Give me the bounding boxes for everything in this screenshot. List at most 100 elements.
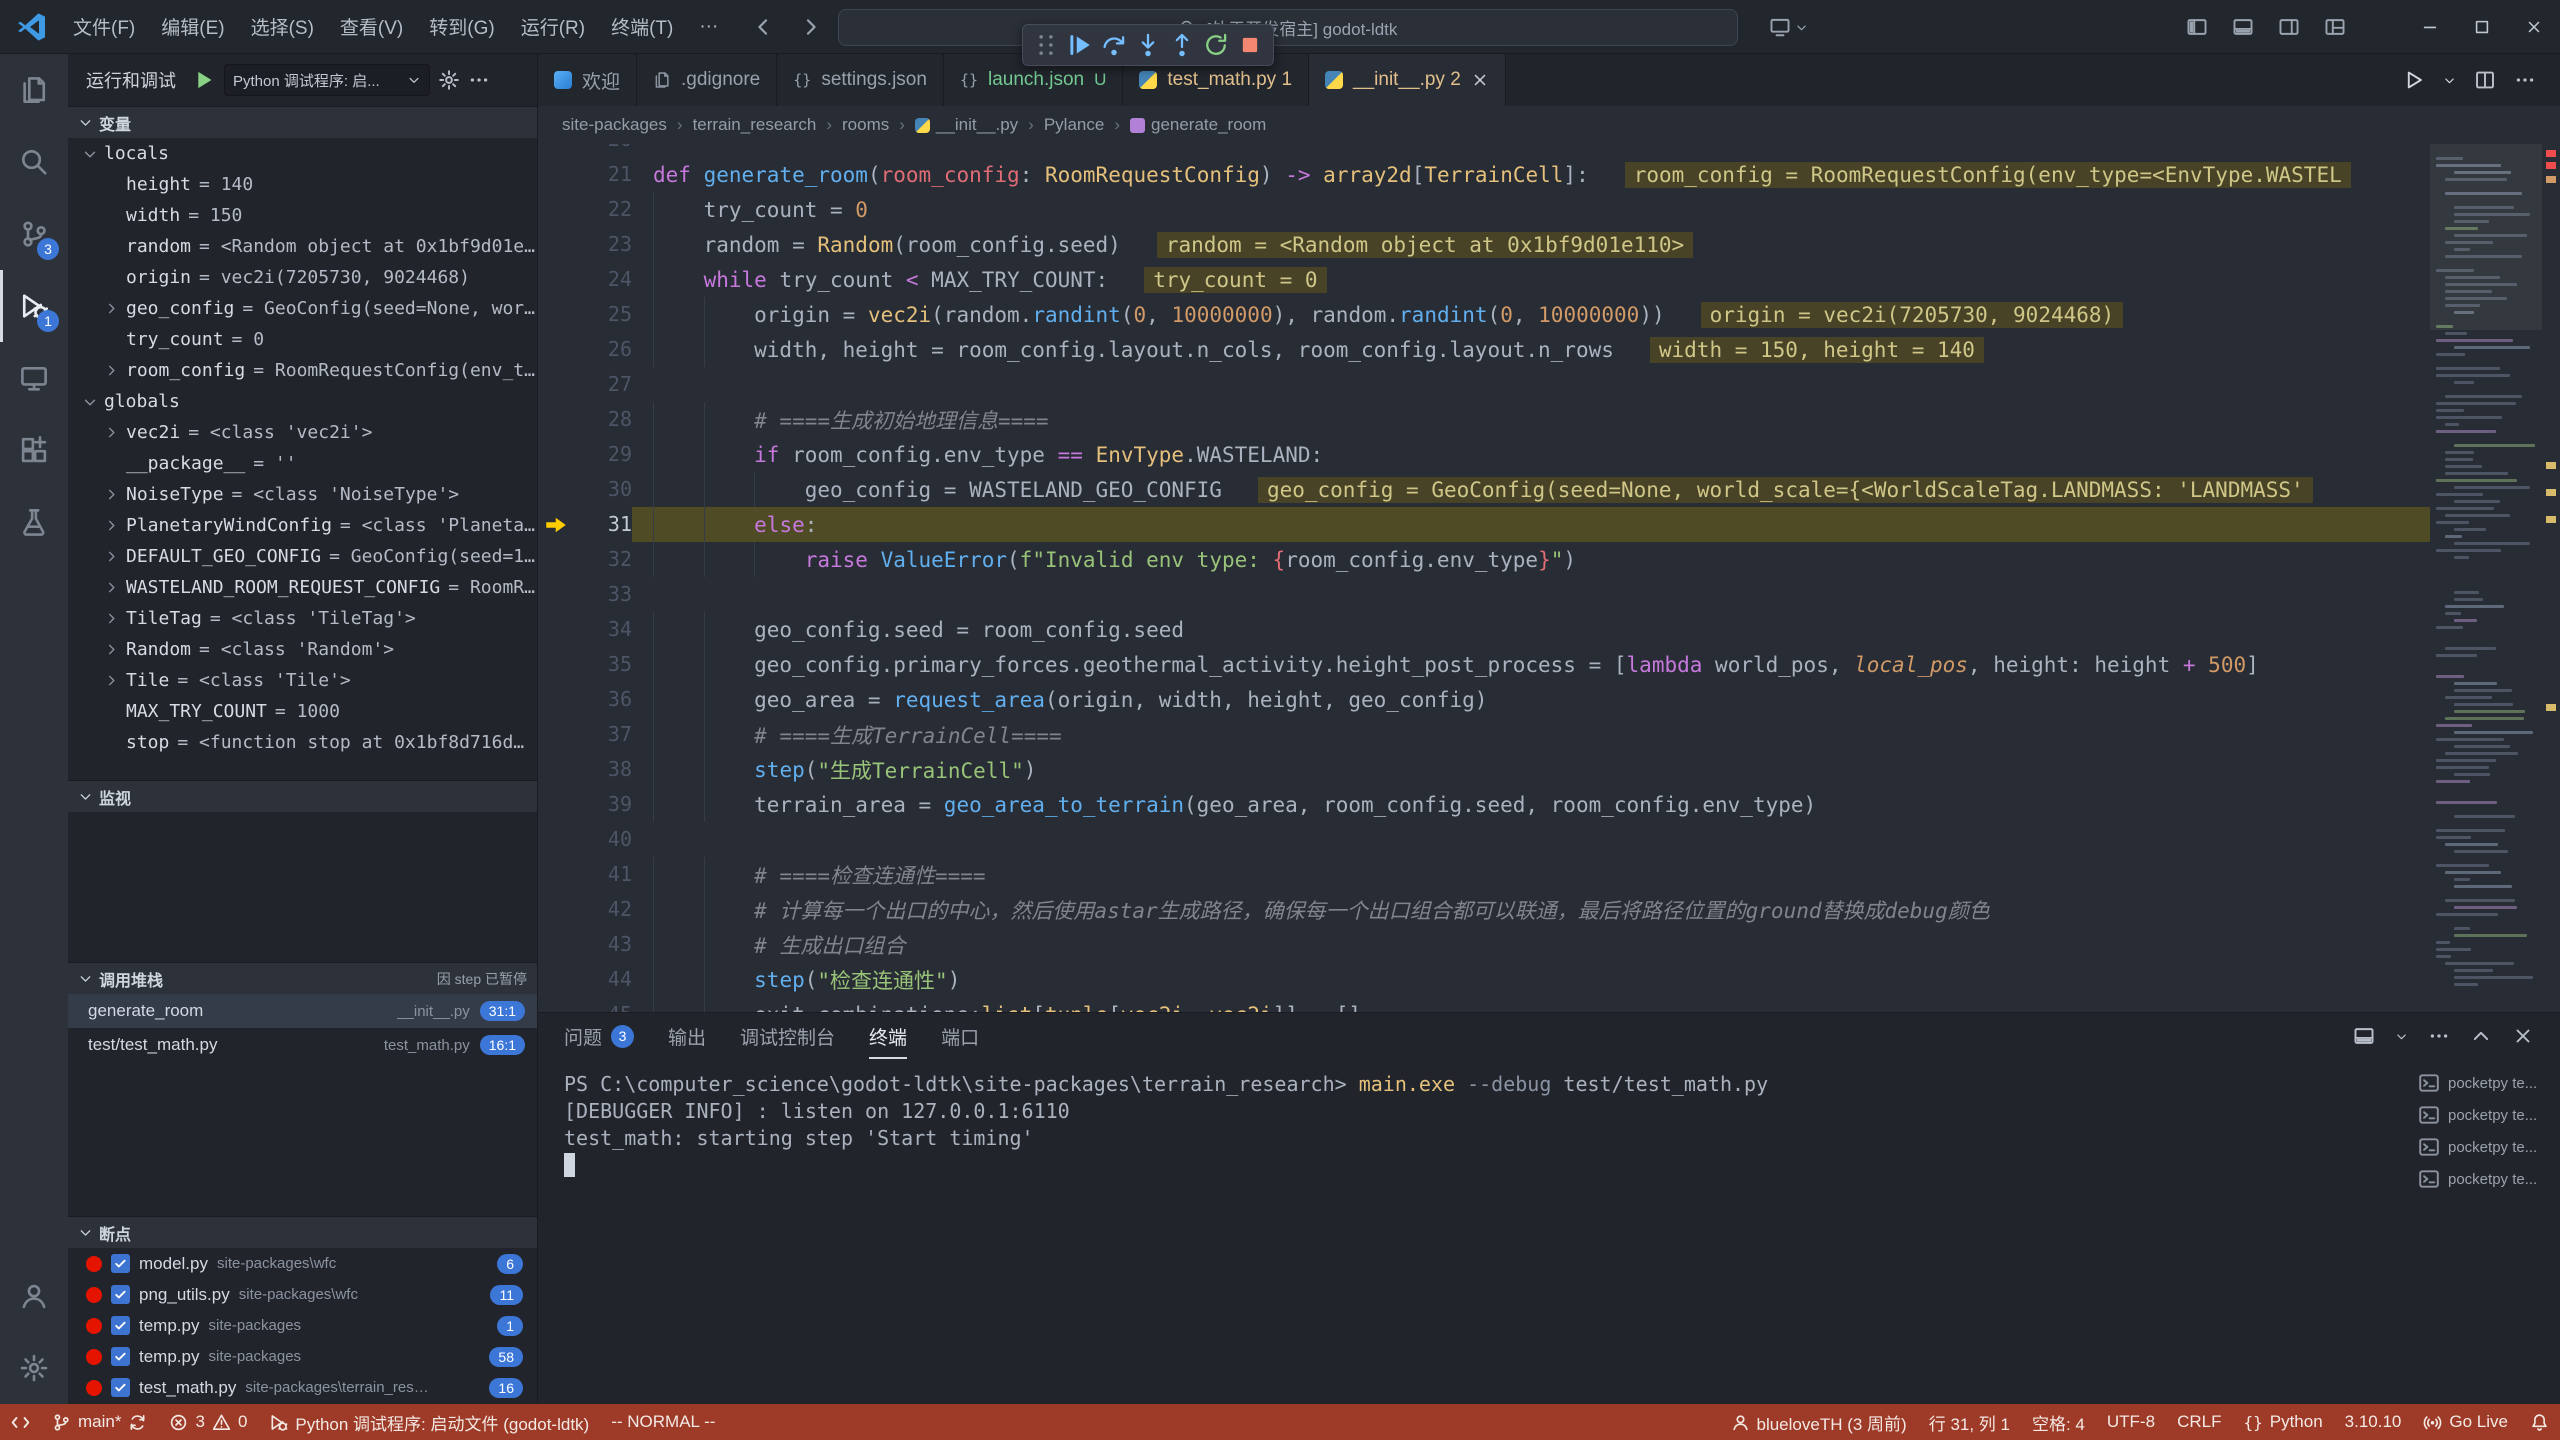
indentation[interactable]: 空格: 4: [2021, 1404, 2096, 1440]
code-line-21[interactable]: 21def generate_room(room_config: RoomReq…: [538, 157, 2560, 192]
go-back-icon[interactable]: [752, 16, 774, 38]
code-line-23[interactable]: 23 random = Random(room_config.seed)rand…: [538, 227, 2560, 262]
code-line-42[interactable]: 42 # 计算每一个出口的中心，然后使用astar生成路径，确保每一个出口组合都…: [538, 892, 2560, 927]
go-live[interactable]: Go Live: [2412, 1404, 2519, 1440]
debug-step-out-button[interactable]: [1169, 32, 1195, 58]
menu-item-0[interactable]: 文件(F): [60, 13, 148, 40]
cursor-position[interactable]: 行 31, 列 1: [1918, 1404, 2021, 1440]
menu-item-4[interactable]: 转到(G): [416, 13, 507, 40]
panel-tab-终端[interactable]: 终端: [869, 1013, 907, 1059]
glyph-margin[interactable]: [538, 472, 574, 507]
variable-group-globals[interactable]: globals: [68, 386, 537, 417]
vim-mode[interactable]: -- NORMAL --: [600, 1404, 726, 1440]
terminal-instance-3[interactable]: pocketpy te...: [2418, 1163, 2552, 1195]
debug-step-over-button[interactable]: [1101, 32, 1127, 58]
glyph-margin[interactable]: [538, 157, 574, 192]
panel-layout-chevron-icon[interactable]: [2395, 1030, 2408, 1043]
activity-remote-explorer[interactable]: [0, 342, 68, 414]
variable-group-locals[interactable]: locals: [68, 138, 537, 169]
variable-row[interactable]: WASTELAND_ROOM_REQUEST_CONFIG= RoomR…: [68, 572, 537, 603]
start-debugging-button[interactable]: [192, 68, 216, 92]
editor-tab-1[interactable]: .gdignore: [637, 54, 777, 106]
run-python-file-icon[interactable]: [2403, 69, 2425, 91]
breadcrumb-item-5[interactable]: generate_room: [1130, 115, 1266, 135]
activity-explorer[interactable]: [0, 54, 68, 126]
variable-row[interactable]: NoiseType= <class 'NoiseType'>: [68, 479, 537, 510]
glyph-margin[interactable]: [538, 927, 574, 962]
glyph-margin[interactable]: [538, 962, 574, 997]
breakpoint-row[interactable]: test_math.pysite-packages\terrain_res…16: [68, 1372, 537, 1403]
debug-configuration-dropdown[interactable]: Python 调试程序: 启...: [224, 64, 430, 96]
variable-row[interactable]: PlanetaryWindConfig= <class 'Planeta…: [68, 510, 537, 541]
glyph-margin[interactable]: [538, 822, 574, 857]
panel-tab-输出[interactable]: 输出: [668, 1013, 706, 1059]
window-maximize-button[interactable]: [2456, 0, 2508, 54]
tab-close-icon[interactable]: [1471, 71, 1489, 89]
code-line-20[interactable]: 20: [538, 144, 2560, 157]
activity-manage[interactable]: [0, 1332, 68, 1404]
glyph-margin[interactable]: [538, 507, 574, 542]
glyph-margin[interactable]: [538, 144, 574, 157]
glyph-margin[interactable]: [538, 997, 574, 1012]
glyph-margin[interactable]: [538, 297, 574, 332]
variable-row[interactable]: __package__= '': [68, 448, 537, 479]
editor-tab-0[interactable]: 欢迎: [538, 54, 637, 106]
variable-row[interactable]: origin= vec2i(7205730, 9024468): [68, 262, 537, 293]
breakpoint-checkbox[interactable]: [111, 1254, 130, 1273]
problems[interactable]: 30: [158, 1404, 258, 1440]
window-minimize-button[interactable]: [2404, 0, 2456, 54]
debug-configuration[interactable]: Python 调试程序: 启动文件 (godot-ldtk): [258, 1404, 600, 1440]
menu-item-2[interactable]: 选择(S): [238, 13, 327, 40]
split-editor-icon[interactable]: [2474, 69, 2496, 91]
run-options-chevron-icon[interactable]: [2443, 74, 2456, 87]
glyph-margin[interactable]: [538, 367, 574, 402]
breadcrumb-item-3[interactable]: __init__.py: [915, 115, 1018, 135]
call-stack-frame[interactable]: test/test_math.pytest_math.py16:1: [68, 1028, 537, 1062]
glyph-margin[interactable]: [538, 402, 574, 437]
code-line-43[interactable]: 43 # 生成出口组合: [538, 927, 2560, 962]
breadcrumb-item-0[interactable]: site-packages: [562, 115, 667, 135]
menu-item-7[interactable]: ···: [686, 16, 731, 38]
eol[interactable]: CRLF: [2166, 1404, 2232, 1440]
remote-indicator[interactable]: [0, 1404, 41, 1440]
code-line-24[interactable]: 24 while try_count < MAX_TRY_COUNT:try_c…: [538, 262, 2560, 297]
toggle-panel-icon[interactable]: [2232, 16, 2254, 38]
breakpoint-checkbox[interactable]: [111, 1347, 130, 1366]
code-line-32[interactable]: 32 raise ValueError(f"Invalid env type: …: [538, 542, 2560, 577]
customize-layout-icon[interactable]: [2324, 16, 2346, 38]
debug-restart-button[interactable]: [1203, 32, 1229, 58]
breakpoint-row[interactable]: png_utils.pysite-packages\wfc11: [68, 1279, 537, 1310]
variable-row[interactable]: Random= <class 'Random'>: [68, 634, 537, 665]
terminal-instance-1[interactable]: pocketpy te...: [2418, 1099, 2552, 1131]
variable-row[interactable]: stop= <function stop at 0x1bf8d716d…: [68, 727, 537, 758]
breakpoint-checkbox[interactable]: [111, 1316, 130, 1335]
language-mode[interactable]: {}Python: [2232, 1404, 2333, 1440]
activity-source-control[interactable]: 3: [0, 198, 68, 270]
glyph-margin[interactable]: [538, 542, 574, 577]
code-line-39[interactable]: 39 terrain_area = geo_area_to_terrain(ge…: [538, 787, 2560, 822]
panel-maximize-icon[interactable]: [2470, 1025, 2492, 1047]
variable-row[interactable]: random= <Random object at 0x1bf9d01e…: [68, 231, 537, 262]
call-stack-frame[interactable]: generate_room__init__.py31:1: [68, 994, 537, 1028]
notifications[interactable]: [2519, 1404, 2560, 1440]
overview-ruler[interactable]: [2542, 144, 2560, 1012]
code-line-25[interactable]: 25 origin = vec2i(random.randint(0, 1000…: [538, 297, 2560, 332]
variable-row[interactable]: width= 150: [68, 200, 537, 231]
menu-item-1[interactable]: 编辑(E): [148, 13, 237, 40]
variable-row[interactable]: TileTag= <class 'TileTag'>: [68, 603, 537, 634]
code-line-28[interactable]: 28 # ====生成初始地理信息====: [538, 402, 2560, 437]
code-line-41[interactable]: 41 # ====检查连通性====: [538, 857, 2560, 892]
glyph-margin[interactable]: [538, 437, 574, 472]
breakpoint-row[interactable]: temp.pysite-packages58: [68, 1341, 537, 1372]
editor-tab-5[interactable]: __init__.py 2: [1309, 54, 1506, 106]
activity-accounts[interactable]: [0, 1260, 68, 1332]
activity-extensions[interactable]: [0, 414, 68, 486]
git-blame[interactable]: blueloveTH (3 周前): [1720, 1404, 1918, 1440]
code-line-44[interactable]: 44 step("检查连通性"): [538, 962, 2560, 997]
variable-row[interactable]: try_count= 0: [68, 324, 537, 355]
encoding[interactable]: UTF-8: [2096, 1404, 2166, 1440]
branch[interactable]: main*: [41, 1404, 158, 1440]
activity-testing[interactable]: [0, 486, 68, 558]
panel-tab-调试控制台[interactable]: 调试控制台: [740, 1013, 835, 1059]
breakpoint-row[interactable]: temp.pysite-packages1: [68, 1310, 537, 1341]
